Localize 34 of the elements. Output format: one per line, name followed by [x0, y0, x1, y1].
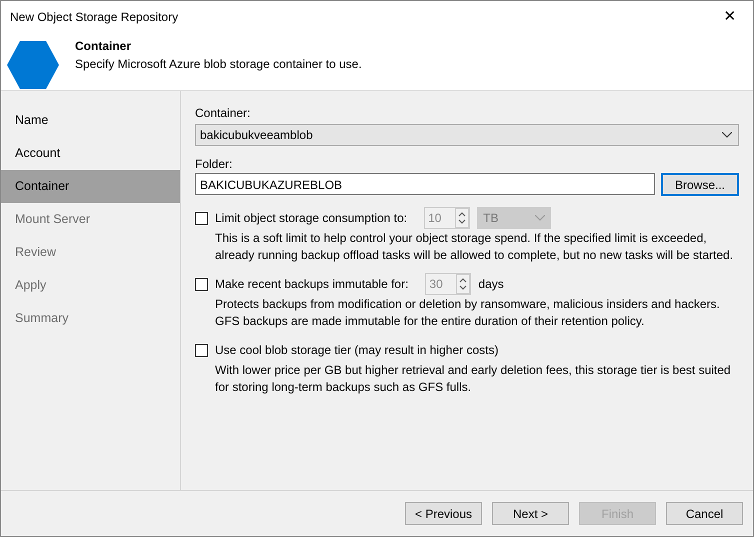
option-description: This is a soft limit to help control your object storage spend. If the specified limit is exceeded, already running backup offload tasks will be allowed to complete, but no new tasks will be started.: [214, 230, 734, 264]
wizard-step[interactable]: Summary: [1, 302, 180, 335]
option-description: Protects backups from modification or deletion by ransomware, malicious insiders and hackers. GFS backups are made immutable for the entire duration of their retention policy.: [214, 296, 721, 330]
folder-field[interactable]: BAKICUBUKAZUREBLOB: [195, 173, 655, 195]
close-button[interactable]: ✕: [707, 1, 753, 33]
spinner-arrows-icon[interactable]: [456, 274, 470, 294]
field-label: Folder:: [195, 156, 234, 173]
wizard-step[interactable]: Container: [1, 170, 180, 203]
chevron-down-icon: [722, 132, 732, 138]
spinner-arrows-icon[interactable]: [455, 208, 470, 228]
wizard-button[interactable]: Next >: [492, 502, 569, 525]
checkbox[interactable]: [195, 344, 208, 356]
header-subtitle: Specify Microsoft Azure blob storage container to use.: [75, 56, 362, 73]
wizard-step[interactable]: Mount Server: [1, 203, 180, 236]
option-label[interactable]: Make recent backups immutable for:: [215, 275, 408, 293]
option-label[interactable]: Limit object storage consumption to:: [215, 209, 408, 227]
wizard-step[interactable]: Account: [1, 137, 180, 170]
unit-label: days: [478, 276, 504, 293]
header-title: Container: [75, 38, 132, 55]
wizard-button[interactable]: Cancel: [666, 502, 743, 525]
browse-button[interactable]: Browse...: [661, 173, 739, 196]
field-label: Container:: [195, 105, 252, 122]
chevron-down-icon: [535, 215, 546, 221]
window-title: New Object Storage Repository: [10, 9, 178, 26]
checkbox[interactable]: [195, 278, 208, 290]
wizard-step[interactable]: Review: [1, 236, 180, 269]
checkbox[interactable]: [195, 212, 208, 224]
container-dropdown[interactable]: bakicubukveeamblob: [195, 124, 739, 146]
option-description: With lower price per GB but higher retrieval and early deletion fees, this storage tier is best suited for storing long-term backups such as GFS fulls.: [214, 362, 732, 396]
wizard-step[interactable]: Name: [1, 104, 180, 137]
wizard-step[interactable]: Apply: [1, 269, 180, 302]
option-label[interactable]: Use cool blob storage tier (may result in higher costs): [215, 341, 498, 359]
hexagon-icon: [7, 41, 59, 89]
wizard-button[interactable]: < Previous: [405, 502, 482, 525]
